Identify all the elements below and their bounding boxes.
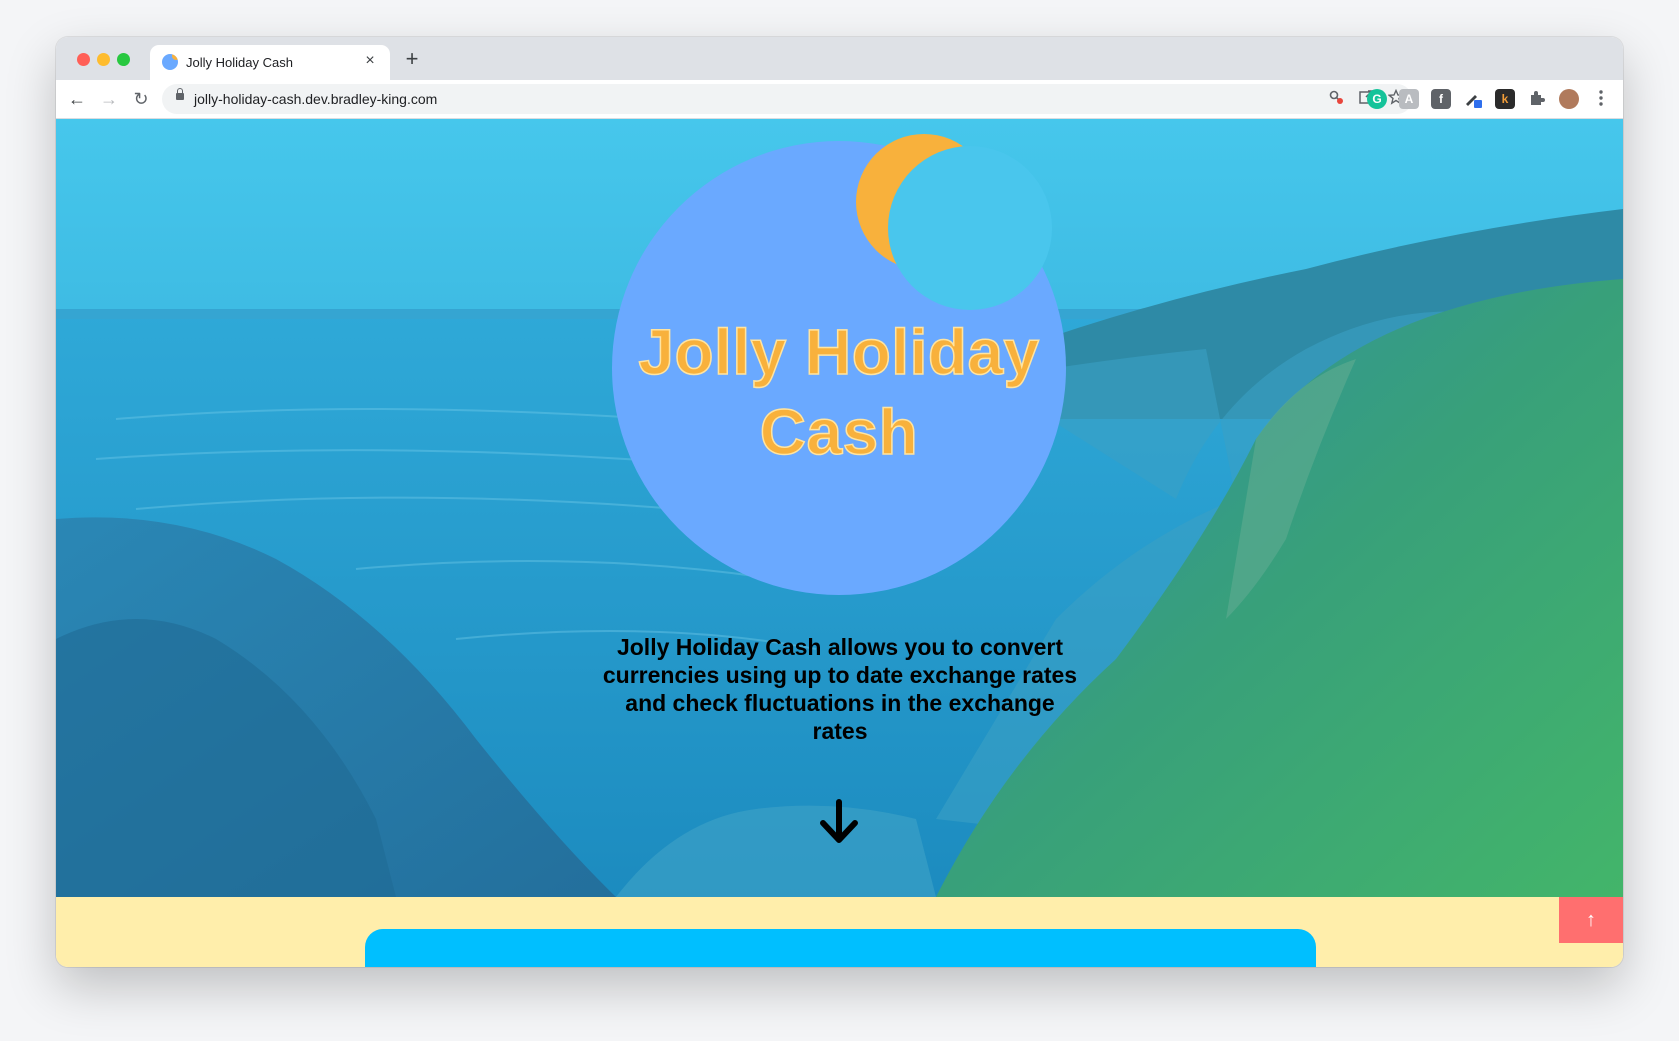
back-arrow-icon[interactable]: ← [64,86,90,112]
browser-tab-active[interactable]: Jolly Holiday Cash × [150,45,390,80]
maximize-window-button[interactable] [117,53,130,66]
close-window-button[interactable] [77,53,90,66]
scroll-to-top-button[interactable]: ↑ [1559,897,1623,943]
new-tab-button[interactable]: + [400,47,424,71]
tab-bar: Jolly Holiday Cash × + [56,37,1623,80]
lock-icon[interactable] [176,88,184,100]
hero-section: Jolly Holiday Cash Jolly Holiday Cash al… [56,119,1623,897]
profile-avatar[interactable] [1559,89,1579,109]
logo-title-line2: Cash [759,395,919,469]
hero-tagline: Jolly Holiday Cash allows you to convert… [602,634,1078,744]
favicon-icon [162,54,178,70]
logo-moon-cutout [888,146,1052,310]
logo-title: Jolly Holiday Cash [612,312,1066,472]
tab-title: Jolly Holiday Cash [186,55,293,70]
grammarly-icon[interactable]: G [1367,89,1387,109]
password-key-icon[interactable] [1326,89,1346,109]
extension-a-icon[interactable]: A [1399,89,1419,109]
browser-window: Jolly Holiday Cash × + ← → ↻ jolly-holid… [56,37,1623,967]
arrow-down-icon[interactable] [817,799,861,845]
forward-arrow-icon[interactable]: → [96,86,122,112]
pen-extension-icon[interactable] [1463,89,1483,109]
address-bar[interactable]: jolly-holiday-cash.dev.bradley-king.com [162,84,1412,114]
url-text[interactable]: jolly-holiday-cash.dev.bradley-king.com [194,91,437,107]
logo-title-line1: Jolly Holiday [638,315,1040,389]
k-extension-icon[interactable]: k [1495,89,1515,109]
minimize-window-button[interactable] [97,53,110,66]
tab-close-icon[interactable]: × [360,51,380,71]
converter-section [56,897,1623,967]
extension-f-icon[interactable]: f [1431,89,1451,109]
browser-toolbar: ← → ↻ jolly-holiday-cash.dev.bradley-kin… [56,80,1623,119]
converter-card [365,929,1316,967]
menu-dots-icon[interactable] [1591,89,1611,109]
reload-icon[interactable]: ↻ [128,86,154,112]
puzzle-icon[interactable] [1527,89,1547,109]
